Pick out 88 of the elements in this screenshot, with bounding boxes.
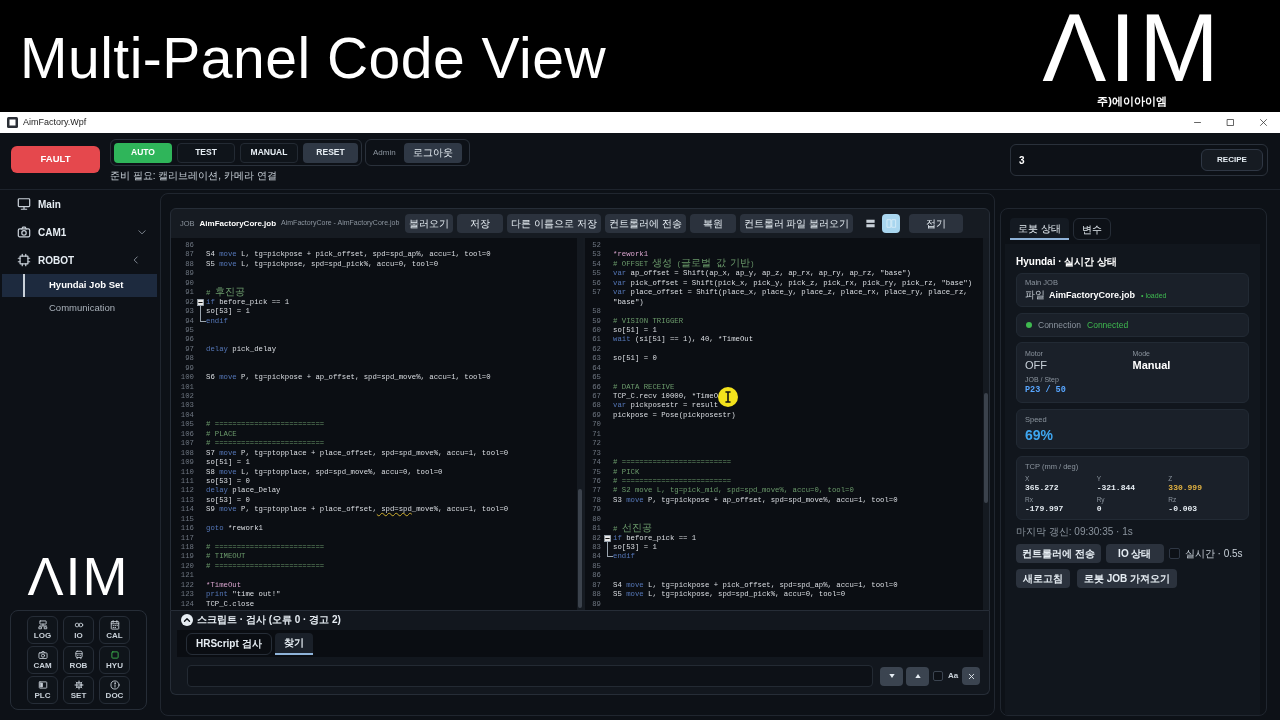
- realtime-label: 실시간 · 0.5s: [1184, 547, 1243, 561]
- monitor-icon: [17, 197, 31, 211]
- status-title: Hyundai · 실시간 상태: [1016, 255, 1119, 269]
- close-icon: [1259, 118, 1268, 127]
- toolbar-button[interactable]: 복원: [689, 214, 736, 233]
- app-icon: [7, 117, 18, 128]
- recipe-button[interactable]: RECIPE: [1201, 149, 1263, 171]
- camera-icon: [17, 225, 31, 239]
- axis-value: 0: [1096, 504, 1103, 514]
- shortcut-tile[interactable]: CAM: [27, 646, 58, 674]
- toolbar-button[interactable]: 다른 이름으로 저장: [507, 214, 601, 233]
- brand-logo: ΛIM: [1042, 9, 1222, 87]
- stacked-layout-icon: [864, 218, 876, 229]
- job-file-name: AimFactoryCore.job: [199, 217, 277, 230]
- axis-value: -0.003: [1168, 504, 1199, 514]
- triangle-up-icon: [913, 672, 922, 680]
- shortcut-tile[interactable]: DOC: [99, 676, 130, 704]
- previous-match-button[interactable]: [906, 666, 929, 686]
- status-message: 준비 필요: 캘리브레이션, 카메라 연결: [110, 169, 278, 182]
- match-case-label: Aa: [948, 670, 959, 682]
- sidebar-item[interactable]: Main: [0, 190, 157, 218]
- shortcut-tile[interactable]: SET: [63, 676, 94, 704]
- recipe-field[interactable]: 3: [1015, 149, 1165, 171]
- send-button[interactable]: 컨트롤러에 전송: [1016, 544, 1101, 563]
- chip-icon: [17, 253, 31, 267]
- speed-value: 69%: [1025, 426, 1055, 445]
- sidebar-logo: ΛIM: [26, 554, 131, 598]
- problems-title: 스크립트 · 검사 (오류 0 · 경고 2): [197, 613, 341, 627]
- vertical-scrollbar[interactable]: [577, 238, 583, 610]
- connection-status: Connected: [1087, 318, 1129, 332]
- triangle-down-icon: [887, 672, 896, 680]
- collapse-button[interactable]: 접기: [909, 214, 964, 233]
- shortcut-tile[interactable]: CAL: [99, 616, 130, 644]
- panel-tab[interactable]: 변수: [1072, 218, 1111, 240]
- reset-button[interactable]: RESET: [303, 142, 358, 163]
- refresh-button[interactable]: 새로고침: [1016, 569, 1070, 588]
- fold-toggle-icon[interactable]: [197, 298, 204, 306]
- match-case-checkbox[interactable]: [933, 671, 943, 681]
- split-layout-icon: [885, 218, 897, 229]
- job-file-name: AimFactoryCore.job: [1049, 289, 1135, 302]
- toolbar-button[interactable]: 컨트롤러에 전송: [604, 214, 686, 233]
- sidebar-item[interactable]: CAM1: [0, 218, 157, 246]
- sidebar-subitem[interactable]: Communication: [2, 297, 157, 320]
- fetch-job-button[interactable]: 로봇 JOB 가져오기: [1077, 569, 1178, 588]
- search-field[interactable]: [187, 665, 873, 687]
- user-role-label: Admin: [373, 146, 396, 159]
- axis-value: -321.844: [1096, 483, 1137, 493]
- field-label: Connection: [1038, 318, 1081, 332]
- vertical-scrollbar[interactable]: [983, 238, 989, 610]
- sidebar-item[interactable]: ROBOT: [0, 246, 157, 274]
- scroll-thumb[interactable]: [578, 489, 582, 608]
- fold-toggle-icon[interactable]: [604, 534, 611, 542]
- axis-value: 330.999: [1168, 483, 1203, 493]
- scroll-thumb[interactable]: [984, 393, 988, 503]
- mode-tab[interactable]: TEST: [177, 142, 235, 163]
- mode-value: Manual: [1132, 358, 1172, 372]
- mode-tab[interactable]: MANUAL: [240, 142, 298, 163]
- shortcut-tile[interactable]: LOG: [27, 616, 58, 644]
- shortcut-tile[interactable]: HYU: [99, 646, 130, 674]
- sidebar-subitem[interactable]: Hyundai Job Set: [2, 274, 157, 297]
- company-name: 주)에이아이엠: [1097, 95, 1167, 107]
- fault-button[interactable]: FAULT: [11, 146, 100, 173]
- banner-title: Multi-Panel Code View: [20, 29, 607, 87]
- toolbar-button[interactable]: 저장: [457, 214, 504, 233]
- close-icon: [966, 671, 976, 681]
- realtime-checkbox[interactable]: [1168, 548, 1180, 559]
- layout-toggle[interactable]: [882, 214, 901, 233]
- last-update-text: 마지막 갱신: 09:30:35 · 1s: [1016, 525, 1134, 538]
- maximize-icon: [1226, 118, 1235, 127]
- axis-value: 365.272: [1025, 483, 1060, 493]
- next-match-button[interactable]: [880, 666, 903, 686]
- logout-button[interactable]: 로그아웃: [403, 142, 462, 163]
- chevron-up-icon[interactable]: [181, 613, 193, 626]
- job-step-value: P23 / 50: [1025, 384, 1067, 396]
- shortcut-tile[interactable]: ROB: [63, 646, 94, 674]
- window-title: AimFactory.Wpf: [23, 115, 87, 129]
- io-status-button[interactable]: IO 상태: [1105, 544, 1164, 563]
- axis-value: -179.997: [1025, 504, 1065, 514]
- toolbar-button[interactable]: 컨트롤러 파일 불러오기: [739, 214, 854, 233]
- close-search-button[interactable]: [962, 667, 981, 685]
- problems-tab[interactable]: HRScript 검사: [186, 632, 272, 655]
- toolbar-button[interactable]: 불러오기: [405, 214, 454, 233]
- panel-tab[interactable]: 로봇 상태: [1010, 218, 1069, 240]
- shortcut-tile[interactable]: PLC: [27, 676, 58, 704]
- problems-tab[interactable]: 찾기: [274, 632, 313, 655]
- shortcut-tile[interactable]: IO: [63, 616, 94, 644]
- field-label: 파일: [1025, 288, 1045, 301]
- motor-state: OFF: [1025, 358, 1048, 372]
